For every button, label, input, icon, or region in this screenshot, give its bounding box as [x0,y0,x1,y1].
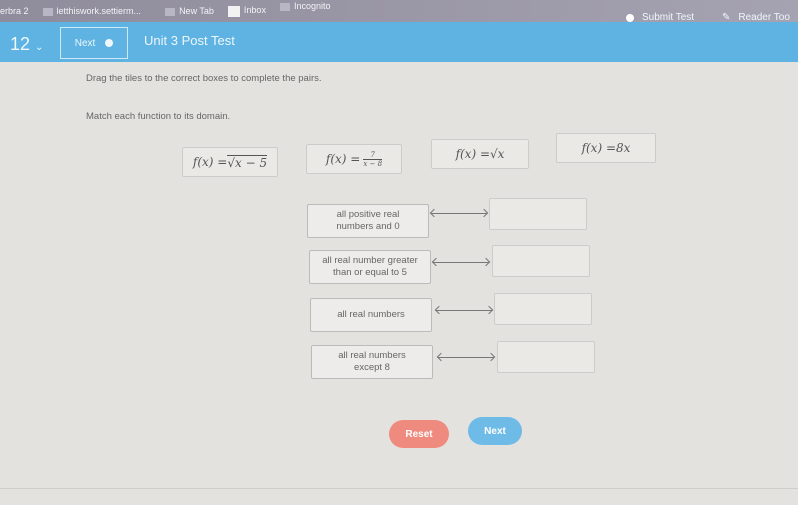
function-tile[interactable]: f(x) = 7x − 8 [306,144,402,174]
domain-label: all real numbers [310,298,432,332]
double-arrow-icon [433,262,489,263]
bookmark[interactable]: Incognito [279,1,330,11]
instruction: Match each function to its domain. [86,111,231,122]
double-arrow-icon [436,310,492,311]
page-icon [279,2,290,11]
next-button[interactable]: Next [468,417,522,445]
domain-label: all real numbers except 8 [311,345,433,379]
instruction: Drag the tiles to the correct boxes to c… [86,73,322,84]
question-selector[interactable]: 12 ⌄ [10,34,43,55]
drop-target[interactable] [494,293,592,325]
drop-target[interactable] [489,198,587,230]
drop-target[interactable] [492,245,590,277]
double-arrow-icon [431,213,487,214]
bookmark[interactable]: letthiswork.settierm... [42,6,141,16]
drop-target[interactable] [497,341,595,373]
chevron-down-icon: ⌄ [35,42,44,53]
bookmark[interactable]: Inbox [227,5,266,17]
submit-test-button[interactable]: Submit Test [626,12,694,23]
double-arrow-icon [438,357,494,358]
check-circle-icon [626,13,634,22]
header-next-button[interactable]: Next [60,27,128,59]
divider [0,488,798,489]
page-icon [227,5,240,17]
wrench-icon: ✎ [722,12,731,23]
bookmark[interactable]: New Tab [165,6,214,16]
test-header: 12 ⌄ Next Unit 3 Post Test Submit Test ✎… [0,12,798,62]
function-tile[interactable]: f(x) = 8x [556,133,656,163]
function-tile[interactable]: f(x) = √x − 5 [182,147,278,177]
bookmark[interactable]: erbra 2 [0,6,29,16]
arrow-circle-icon [105,39,114,47]
reader-tools-button[interactable]: ✎ Reader Too [722,12,790,23]
page-title: Unit 3 Post Test [144,33,235,48]
domain-label: all real number greater than or equal to … [309,250,431,284]
page-icon [165,7,176,16]
page-icon [42,7,53,16]
domain-label: all positive real numbers and 0 [307,204,429,238]
reset-button[interactable]: Reset [389,420,449,448]
function-tile[interactable]: f(x) = √x [431,139,529,169]
